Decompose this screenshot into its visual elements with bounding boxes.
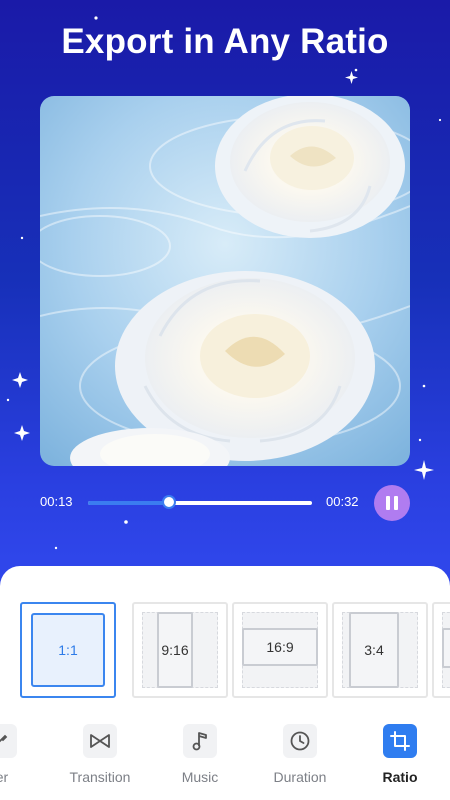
video-preview[interactable] [40, 96, 410, 466]
playback-scrubber-handle[interactable] [161, 495, 176, 509]
current-time-label: 00:13 [40, 494, 73, 509]
editor-tab-bar: ter Transition Music Duration Ratio [0, 720, 450, 800]
transition-icon [83, 724, 117, 758]
pause-icon-bar-right [394, 496, 398, 510]
ratio-frame: 3:4 [349, 612, 399, 688]
tab-music[interactable]: Music [155, 720, 245, 785]
ratio-frame: 9:16 [157, 612, 193, 688]
clock-icon [283, 724, 317, 758]
tab-transition[interactable]: Transition [55, 720, 145, 785]
tab-label: Music [181, 769, 219, 785]
ratio-label: 3:4 [364, 642, 384, 658]
ratio-label: 1:1 [58, 642, 78, 658]
tab-label: Duration [273, 769, 327, 785]
ratio-frame: 1:1 [31, 613, 105, 687]
ratio-option-1-1[interactable]: 1:1 [20, 602, 116, 698]
tab-duration[interactable]: Duration [255, 720, 345, 785]
crop-icon [383, 724, 417, 758]
tab-filter[interactable]: ter [0, 720, 45, 785]
ratio-options-row[interactable]: 1:1 9:16 16:9 3:4 [0, 602, 450, 698]
playback-progress-fill [88, 501, 169, 505]
pause-button[interactable] [374, 485, 410, 521]
playback-progress-track[interactable] [88, 501, 312, 505]
white-roses-on-water-image [40, 96, 410, 466]
pause-icon-bar-left [386, 496, 390, 510]
ratio-option-9-16[interactable]: 9:16 [132, 602, 228, 698]
ratio-option-16-9[interactable]: 16:9 [232, 602, 328, 698]
tab-label: ter [0, 769, 9, 785]
tab-label: Ratio [382, 769, 418, 785]
tab-ratio[interactable]: Ratio [355, 720, 445, 785]
music-note-icon [183, 724, 217, 758]
ratio-frame [442, 628, 450, 668]
ratio-frame: 16:9 [242, 628, 318, 666]
ratio-option-partial[interactable] [432, 602, 450, 698]
total-time-label: 00:32 [326, 494, 359, 509]
filter-icon [0, 724, 17, 758]
ratio-option-3-4[interactable]: 3:4 [332, 602, 428, 698]
headline-title: Export in Any Ratio [61, 22, 389, 61]
ratio-label: 16:9 [266, 639, 294, 655]
ratio-label: 9:16 [161, 642, 189, 658]
tab-label: Transition [69, 769, 131, 785]
